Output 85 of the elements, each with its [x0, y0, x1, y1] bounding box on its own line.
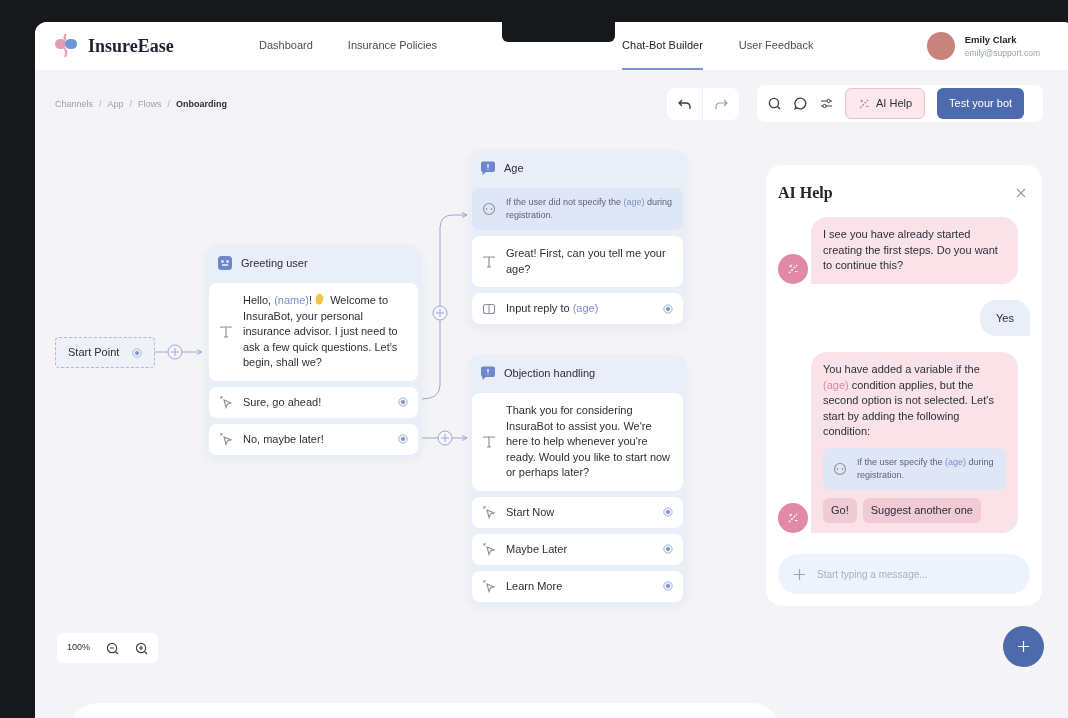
- breadcrumb-separator: /: [99, 98, 102, 111]
- suggestion-button[interactable]: Go!: [823, 497, 857, 523]
- ai-help-button[interactable]: AI Help: [845, 88, 926, 119]
- message-field[interactable]: Start typing a message...: [778, 554, 1030, 594]
- input-icon: [482, 301, 496, 316]
- connector-dot-icon: [132, 347, 142, 358]
- breadcrumb-link[interactable]: Onboarding: [176, 98, 228, 112]
- pointer-icon: [219, 395, 233, 409]
- zoom-out-button[interactable]: [106, 641, 120, 655]
- pointer-icon: [219, 432, 233, 446]
- start-node[interactable]: Start Point: [55, 337, 155, 368]
- user-email: emily@support.com: [964, 46, 1040, 60]
- nav-tab[interactable]: User Feedback: [738, 22, 814, 70]
- suggestion-button[interactable]: Suggest another one: [862, 497, 981, 523]
- add-button[interactable]: [1003, 626, 1044, 667]
- input-reply-text: Input reply to (age): [506, 301, 600, 317]
- undo-icon: [678, 98, 691, 110]
- choice-text: Learn More: [506, 578, 564, 594]
- condition-icon: [833, 461, 847, 476]
- choice-card[interactable]: Start Now: [472, 496, 683, 528]
- connector-dot-icon: [663, 507, 673, 517]
- speech-bubble-icon: [793, 97, 807, 110]
- connector-dot-icon: [663, 581, 673, 591]
- condition-icon: [482, 202, 496, 216]
- logo-icon: [52, 33, 80, 59]
- pointer-icon: [482, 505, 496, 519]
- connector-line: [421, 435, 468, 441]
- message-text: Great! First, can you tell me your age?: [506, 246, 667, 277]
- message-text: Hello, (name)! Welcome to InsuraBot, your personal insurance advisor. I just need to ask a few quick questions. Let's begin, shall we?: [243, 293, 399, 370]
- message-text: You have added a variable if the (age) condition applies, but the second option is not selected. Let's start by adding the following condition:: [823, 362, 995, 439]
- message-text: Yes: [996, 310, 1014, 326]
- choice-text: Maybe Later: [506, 541, 569, 557]
- logo-text: InsureEase: [88, 34, 174, 58]
- message-input[interactable]: Start typing a message...: [817, 566, 1014, 582]
- text-icon: [482, 254, 496, 269]
- choice-card[interactable]: Maybe Later: [472, 533, 683, 565]
- magic-wand-icon: [787, 511, 799, 524]
- text-icon: [219, 324, 233, 339]
- choice-card[interactable]: Learn More: [472, 570, 683, 602]
- choice-text: Sure, go ahead!: [243, 394, 323, 410]
- choice-text: No, maybe later!: [243, 431, 325, 447]
- close-button[interactable]: [1016, 188, 1026, 198]
- waving-hand-icon: [314, 293, 326, 305]
- chat-bubble-icon: [480, 365, 496, 381]
- avatar: [926, 32, 955, 60]
- nav-tab[interactable]: Chat-Bot Builder: [622, 22, 703, 70]
- user-name: Emily Clark: [964, 32, 1018, 47]
- sliders-icon: [819, 98, 833, 109]
- zoom-in-icon: [135, 641, 149, 655]
- breadcrumb-separator: /: [129, 98, 133, 111]
- pointer-icon: [482, 542, 496, 556]
- search-icon: [767, 97, 781, 110]
- connector-dot-icon: [663, 303, 673, 314]
- start-label: Start Point: [68, 345, 120, 361]
- choice-card[interactable]: Sure, go ahead!: [209, 386, 418, 418]
- magic-wand-icon: [787, 262, 799, 275]
- nav-tab[interactable]: Dashboard: [259, 22, 313, 70]
- redo-icon: [714, 98, 728, 110]
- node-title: Greeting user: [241, 255, 308, 271]
- chat-bubble-icon: [480, 160, 496, 176]
- text-icon: [482, 434, 496, 449]
- pointer-icon: [482, 579, 496, 593]
- plus-icon[interactable]: [794, 568, 805, 580]
- node-title: Objection handling: [504, 365, 596, 381]
- magic-wand-icon: [858, 97, 870, 110]
- condition-text: If the user did not specify the (age) during registration.: [506, 196, 673, 222]
- choice-text: Start Now: [506, 504, 556, 520]
- test-bot-button[interactable]: Test your bot: [937, 88, 1025, 119]
- zoom-in-button[interactable]: [135, 641, 149, 655]
- connector-dot-icon: [398, 397, 408, 407]
- node-title: Age: [504, 160, 524, 176]
- choice-card[interactable]: No, maybe later!: [209, 423, 418, 455]
- breadcrumb-separator: /: [167, 98, 171, 111]
- message-text: Thank you for considering InsuraBot to assist you. We're here to help whenever you're ready. Would you like to start now or perhaps later?: [506, 403, 672, 480]
- nav-tab[interactable]: Insurance Policies: [347, 22, 438, 70]
- message-text: I see you have already started creating the first steps. Do you want to continue this?: [823, 227, 999, 273]
- connector-dot-icon: [398, 434, 408, 444]
- plus-icon: [1017, 640, 1030, 653]
- panel-title: AI Help: [778, 183, 833, 204]
- robot-icon: [217, 255, 233, 271]
- condition-text: If the user specify the (age) during registration.: [857, 455, 995, 482]
- connector-dot-icon: [663, 544, 673, 554]
- close-icon: [1016, 188, 1026, 198]
- zoom-level: 100%: [67, 641, 91, 655]
- zoom-out-icon: [106, 641, 120, 655]
